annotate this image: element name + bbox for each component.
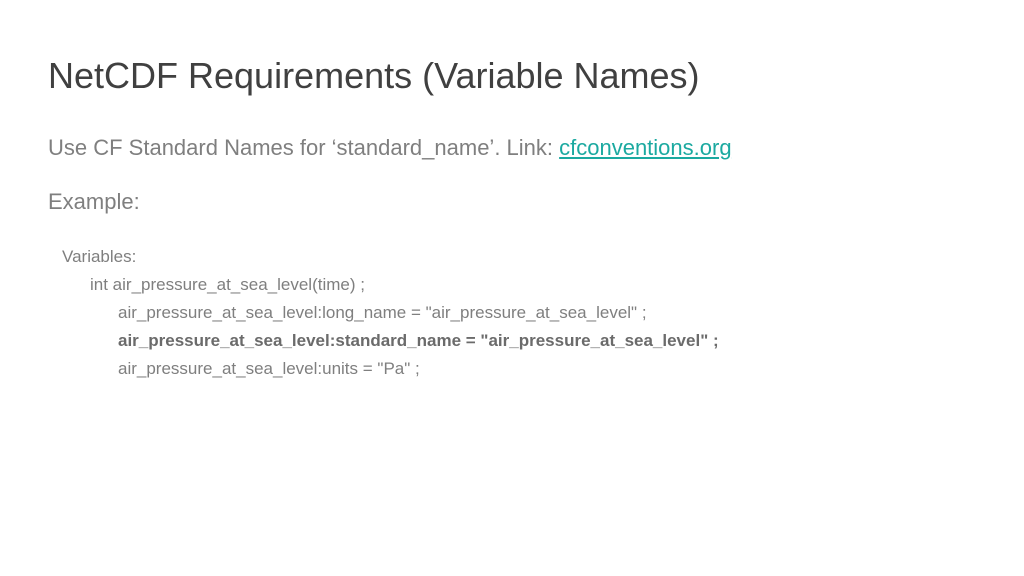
code-line-variables: Variables: (62, 243, 976, 271)
code-line-units: air_pressure_at_sea_level:units = "Pa" ; (62, 355, 976, 383)
example-label: Example: (48, 189, 976, 215)
code-block: Variables: int air_pressure_at_sea_level… (48, 243, 976, 383)
code-line-declaration: int air_pressure_at_sea_level(time) ; (62, 271, 976, 299)
cfconventions-link[interactable]: cfconventions.org (559, 135, 731, 160)
slide-title: NetCDF Requirements (Variable Names) (48, 55, 976, 97)
code-line-standardname: air_pressure_at_sea_level:standard_name … (62, 327, 976, 355)
subtitle: Use CF Standard Names for ‘standard_name… (48, 135, 976, 161)
code-line-longname: air_pressure_at_sea_level:long_name = "a… (62, 299, 976, 327)
subtitle-text: Use CF Standard Names for ‘standard_name… (48, 135, 559, 160)
